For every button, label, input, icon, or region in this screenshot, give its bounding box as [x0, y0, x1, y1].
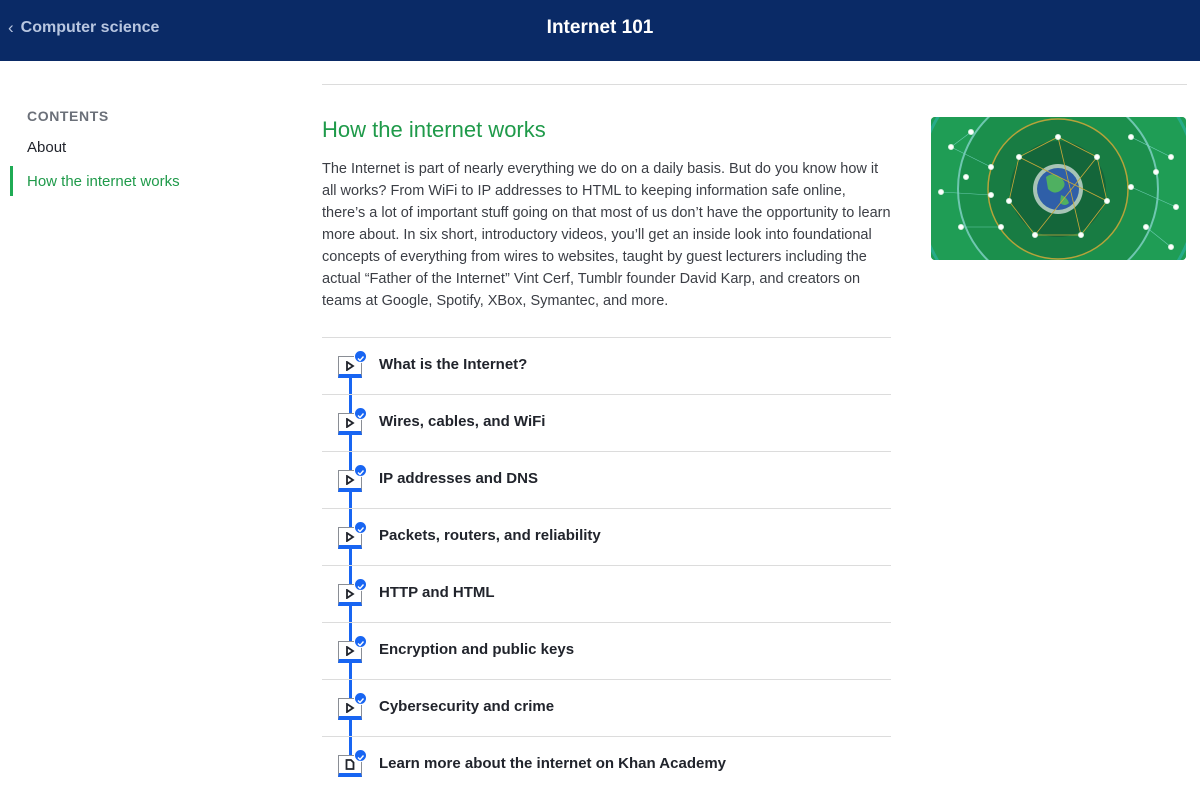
- completed-check-icon: [354, 521, 367, 534]
- completed-check-icon: [354, 749, 367, 762]
- lesson-item[interactable]: Learn more about the internet on Khan Ac…: [322, 736, 891, 793]
- completed-check-icon: [354, 407, 367, 420]
- lesson-item[interactable]: Wires, cables, and WiFi: [322, 394, 891, 451]
- lesson-title: Learn more about the internet on Khan Ac…: [379, 755, 726, 772]
- page-title: Internet 101: [546, 17, 654, 38]
- completed-check-icon: [354, 350, 367, 363]
- lesson-item[interactable]: Encryption and public keys: [322, 622, 891, 679]
- hero-image: [931, 117, 1186, 260]
- lesson-title: What is the Internet?: [379, 356, 528, 373]
- section-description: The Internet is part of nearly everythin…: [322, 161, 891, 309]
- lesson-title: IP addresses and DNS: [379, 470, 538, 487]
- completed-check-icon: [354, 692, 367, 705]
- completed-check-icon: [354, 578, 367, 591]
- lesson-title: Encryption and public keys: [379, 641, 575, 658]
- sidebar-item-how-the-internet-works[interactable]: How the internet works: [0, 166, 260, 196]
- sidebar-item-about[interactable]: About: [0, 138, 260, 158]
- contents-heading: CONTENTS: [27, 108, 109, 124]
- lesson-title: Packets, routers, and reliability: [379, 527, 601, 544]
- completed-check-icon: [354, 635, 367, 648]
- lesson-title: HTTP and HTML: [379, 584, 495, 601]
- top-bar: ‹ Computer science Internet 101: [0, 0, 1200, 61]
- lesson-title: Wires, cables, and WiFi: [379, 413, 546, 430]
- lesson-item[interactable]: What is the Internet?: [322, 337, 891, 394]
- lesson-list: What is the Internet? Wires, cables, and…: [322, 337, 891, 793]
- section-title: How the internet works: [322, 117, 546, 142]
- lesson-item[interactable]: Cybersecurity and crime: [322, 679, 891, 736]
- lesson-item[interactable]: HTTP and HTML: [322, 565, 891, 622]
- globe-network-illustration: [931, 117, 1186, 260]
- lesson-title: Cybersecurity and crime: [379, 698, 555, 715]
- lesson-item[interactable]: Packets, routers, and reliability: [322, 508, 891, 565]
- lesson-item[interactable]: IP addresses and DNS: [322, 451, 891, 508]
- sidebar: CONTENTS About How the internet works: [0, 108, 260, 196]
- completed-check-icon: [354, 464, 367, 477]
- divider: [322, 84, 1187, 85]
